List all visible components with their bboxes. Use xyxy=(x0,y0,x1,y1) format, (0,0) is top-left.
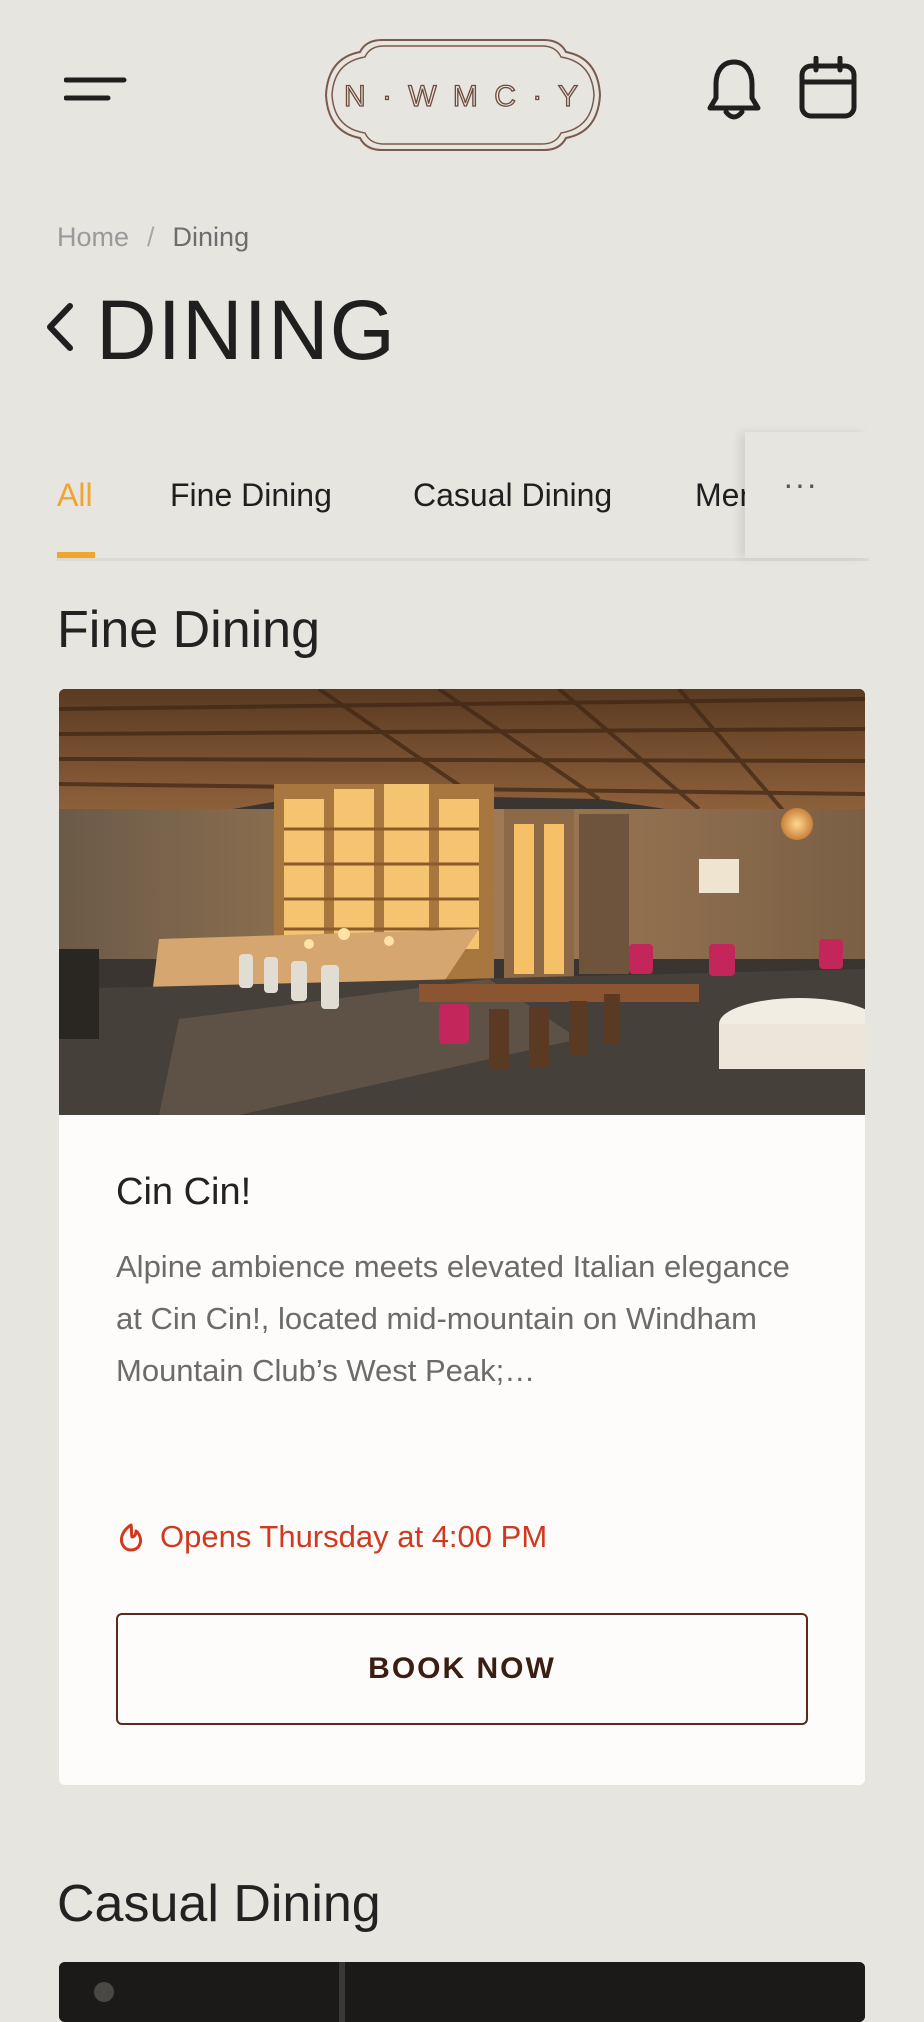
club-logo[interactable]: N · W M C · Y xyxy=(322,36,604,154)
venue-description: Alpine ambience meets elevated Italian e… xyxy=(116,1249,790,1388)
more-tabs-icon[interactable]: ··· xyxy=(783,466,818,503)
venue-photo xyxy=(59,689,865,1115)
logo-text: N · W M C · Y xyxy=(344,80,582,113)
venue-status-text: Opens Thursday at 4:00 PM xyxy=(160,1519,548,1554)
active-tab-indicator xyxy=(57,552,95,558)
hamburger-menu-icon[interactable] xyxy=(64,74,128,104)
bell-icon[interactable] xyxy=(706,56,762,122)
venue-card-casual-preview[interactable] xyxy=(59,1962,865,2022)
breadcrumb-home-link[interactable]: Home xyxy=(57,222,129,252)
book-now-button[interactable]: BOOK NOW xyxy=(116,1613,808,1725)
venue-status: Opens Thursday at 4:00 PM xyxy=(116,1519,547,1555)
venue-name: Cin Cin! xyxy=(116,1171,252,1213)
flame-icon xyxy=(120,1523,142,1552)
tab-casual-dining[interactable]: Casual Dining xyxy=(413,477,612,514)
venue-photo-casual xyxy=(59,1962,865,2022)
category-tabs: All Fine Dining Casual Dining Mem ··· xyxy=(57,432,869,561)
app-header: N · W M C · Y xyxy=(0,0,924,190)
tab-fine-dining[interactable]: Fine Dining xyxy=(170,477,332,514)
calendar-icon[interactable] xyxy=(798,56,858,120)
tab-all[interactable]: All xyxy=(57,477,93,514)
tabs-overflow: ··· xyxy=(745,432,869,558)
breadcrumb: Home / Dining xyxy=(57,222,249,253)
section-heading-fine-dining: Fine Dining xyxy=(57,601,321,659)
chevron-left-icon[interactable] xyxy=(44,302,78,352)
page-title: DINING xyxy=(96,283,396,377)
breadcrumb-current: Dining xyxy=(172,222,250,252)
venue-card[interactable]: Cin Cin! Alpine ambience meets elevated … xyxy=(59,689,865,1785)
section-heading-casual-dining: Casual Dining xyxy=(57,1875,381,1933)
breadcrumb-separator: / xyxy=(147,222,155,252)
